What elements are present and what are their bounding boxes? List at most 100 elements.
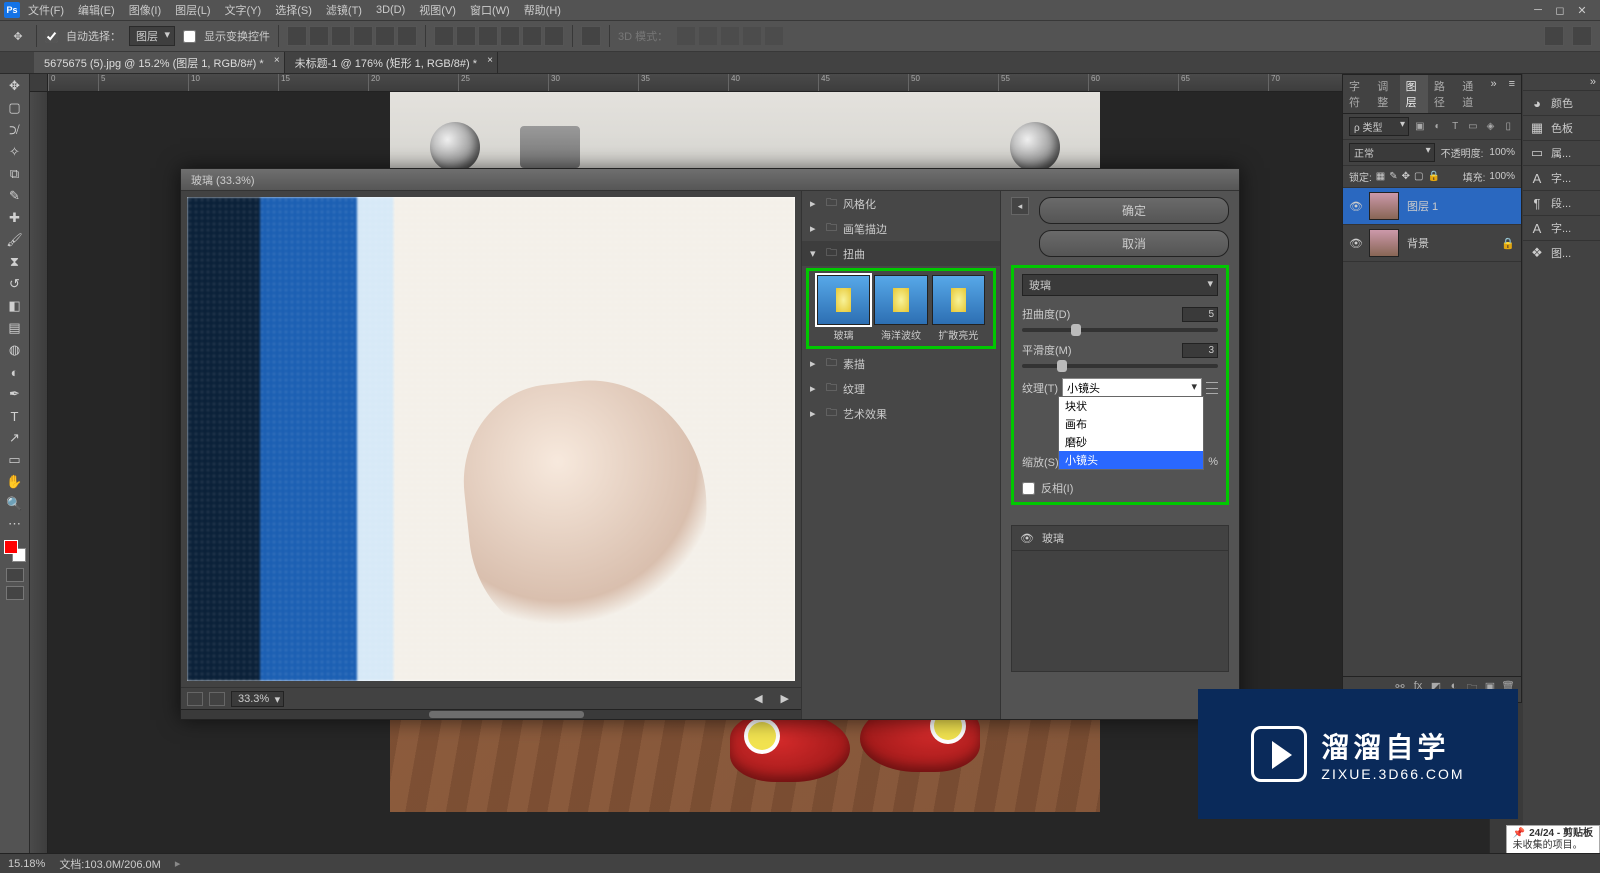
- tool-crop[interactable]: ⧉: [3, 164, 27, 184]
- current-filter-dropdown[interactable]: 玻璃: [1022, 274, 1218, 296]
- auto-align-icon[interactable]: [581, 26, 601, 46]
- tool-zoom[interactable]: 🔍: [3, 494, 27, 514]
- scrollbar-thumb[interactable]: [429, 711, 584, 718]
- mode3d-5-icon[interactable]: [764, 26, 784, 46]
- texture-dropdown[interactable]: 小镜头: [1062, 378, 1202, 398]
- document-tab-1[interactable]: 5675675 (5).jpg @ 15.2% (图层 1, RGB/8#) *…: [34, 52, 285, 73]
- zoom-level-dropdown[interactable]: 33.3%: [231, 691, 284, 707]
- collapse-tree-icon[interactable]: ◂: [1011, 197, 1029, 215]
- dock-character2[interactable]: A字...: [1523, 215, 1600, 240]
- tool-hand[interactable]: ✋: [3, 472, 27, 492]
- layer-kind-dropdown[interactable]: ρ 类型: [1349, 117, 1409, 136]
- align-hcenter-icon[interactable]: [375, 26, 395, 46]
- category-stylize[interactable]: ▸🗀风格化: [802, 191, 1000, 216]
- ruler-vertical[interactable]: [30, 92, 48, 853]
- filter-smart-icon[interactable]: ◈: [1484, 120, 1498, 134]
- tool-history-brush[interactable]: ↺: [3, 274, 27, 294]
- dock-collapse-toggle[interactable]: »: [1523, 74, 1600, 90]
- category-distort[interactable]: ▾🗀扭曲: [802, 241, 1000, 266]
- distribute-1-icon[interactable]: [434, 26, 454, 46]
- auto-select-checkbox[interactable]: [45, 30, 58, 43]
- distribute-5-icon[interactable]: [522, 26, 542, 46]
- tool-move[interactable]: ✥: [3, 76, 27, 96]
- category-texture[interactable]: ▸🗀纹理: [802, 376, 1000, 401]
- menu-help[interactable]: 帮助(H): [518, 0, 567, 20]
- menu-type[interactable]: 文字(Y): [219, 0, 268, 20]
- texture-option-frosted[interactable]: 磨砂: [1059, 433, 1203, 451]
- workspace-search-icon[interactable]: [1544, 26, 1564, 46]
- category-sketch[interactable]: ▸🗀素描: [802, 351, 1000, 376]
- visibility-eye-icon[interactable]: 👁: [1020, 532, 1034, 545]
- menu-edit[interactable]: 编辑(E): [72, 0, 121, 20]
- dock-layers[interactable]: ❖图...: [1523, 240, 1600, 265]
- category-brush[interactable]: ▸🗀画笔描边: [802, 216, 1000, 241]
- fill-value[interactable]: 100%: [1489, 171, 1515, 182]
- texture-option-tinylens[interactable]: 小镜头: [1059, 451, 1203, 469]
- filter-thumb-diffuse[interactable]: 扩散亮光: [932, 275, 985, 342]
- align-right-icon[interactable]: [397, 26, 417, 46]
- dock-character[interactable]: A字...: [1523, 165, 1600, 190]
- window-minimize-icon[interactable]: ─: [1532, 4, 1544, 17]
- tool-dodge[interactable]: ◐: [3, 362, 27, 382]
- distribute-6-icon[interactable]: [544, 26, 564, 46]
- lock-artboard-icon[interactable]: ▢: [1414, 171, 1423, 182]
- status-zoom[interactable]: 15.18%: [8, 858, 45, 870]
- layer-row-2[interactable]: 👁 背景 🔒: [1343, 225, 1521, 262]
- filter-thumb-glass[interactable]: 玻璃: [817, 275, 870, 342]
- dock-swatches[interactable]: ▦色板: [1523, 115, 1600, 140]
- close-tab-2-icon[interactable]: ×: [487, 55, 493, 66]
- texture-option-blocks[interactable]: 块状: [1059, 397, 1203, 415]
- tool-path[interactable]: ↗: [3, 428, 27, 448]
- mode3d-4-icon[interactable]: [742, 26, 762, 46]
- cancel-button[interactable]: 取消: [1039, 230, 1229, 257]
- tool-eyedropper[interactable]: ✎: [3, 186, 27, 206]
- dialog-title[interactable]: 玻璃 (33.3%): [181, 169, 1239, 191]
- tool-lasso[interactable]: ⟉: [3, 120, 27, 140]
- screenmode-toggle[interactable]: [6, 586, 24, 600]
- distortion-value[interactable]: 5: [1182, 307, 1218, 322]
- menu-layer[interactable]: 图层(L): [169, 0, 216, 20]
- panel-tab-layers[interactable]: 图层: [1400, 75, 1428, 113]
- panel-tabs-overflow-icon[interactable]: »: [1484, 75, 1502, 113]
- smoothness-slider[interactable]: [1022, 364, 1218, 368]
- document-tab-2[interactable]: 未标题-1 @ 176% (矩形 1, RGB/8#) * ×: [285, 52, 498, 73]
- menu-view[interactable]: 视图(V): [413, 0, 462, 20]
- align-top-icon[interactable]: [287, 26, 307, 46]
- dock-paragraph[interactable]: ¶段...: [1523, 190, 1600, 215]
- filter-thumb-ocean[interactable]: 海洋波纹: [874, 275, 927, 342]
- foreground-color[interactable]: [4, 540, 18, 554]
- menu-select[interactable]: 选择(S): [269, 0, 318, 20]
- mode3d-1-icon[interactable]: [676, 26, 696, 46]
- align-vcenter-icon[interactable]: [309, 26, 329, 46]
- opacity-value[interactable]: 100%: [1489, 147, 1515, 158]
- lock-pixel-icon[interactable]: ✎: [1389, 171, 1397, 182]
- smoothness-value[interactable]: 3: [1182, 343, 1218, 358]
- texture-flyout-icon[interactable]: [1206, 382, 1218, 394]
- panel-tab-adjust[interactable]: 调整: [1371, 75, 1399, 113]
- align-left-icon[interactable]: [353, 26, 373, 46]
- filter-preview-image[interactable]: [187, 197, 795, 681]
- quickmask-toggle[interactable]: [6, 568, 24, 582]
- preview-scrollbar[interactable]: [181, 709, 801, 719]
- tool-type[interactable]: T: [3, 406, 27, 426]
- dock-color[interactable]: ◕颜色: [1523, 90, 1600, 115]
- layer-row-1[interactable]: 👁 图层 1: [1343, 188, 1521, 225]
- tool-more[interactable]: ⋯: [3, 516, 27, 532]
- zoom-in-icon[interactable]: [209, 692, 225, 706]
- window-maximize-icon[interactable]: ◻: [1554, 4, 1566, 17]
- filter-toggle-icon[interactable]: ▯: [1501, 120, 1515, 134]
- distortion-slider[interactable]: [1022, 328, 1218, 332]
- panel-tab-channels[interactable]: 通道: [1456, 75, 1484, 113]
- tool-gradient[interactable]: ▤: [3, 318, 27, 338]
- blend-mode-dropdown[interactable]: 正常: [1349, 143, 1435, 162]
- menu-filter[interactable]: 滤镜(T): [320, 0, 368, 20]
- ruler-origin[interactable]: [30, 74, 48, 92]
- menu-file[interactable]: 文件(F): [22, 0, 70, 20]
- distribute-4-icon[interactable]: [500, 26, 520, 46]
- dock-properties[interactable]: ▭属...: [1523, 140, 1600, 165]
- tool-brush[interactable]: 🖌: [3, 230, 27, 250]
- status-docinfo[interactable]: 文档:103.0M/206.0M: [59, 856, 161, 872]
- align-bottom-icon[interactable]: [331, 26, 351, 46]
- mode3d-3-icon[interactable]: [720, 26, 740, 46]
- workspace-switch-icon[interactable]: [1572, 26, 1592, 46]
